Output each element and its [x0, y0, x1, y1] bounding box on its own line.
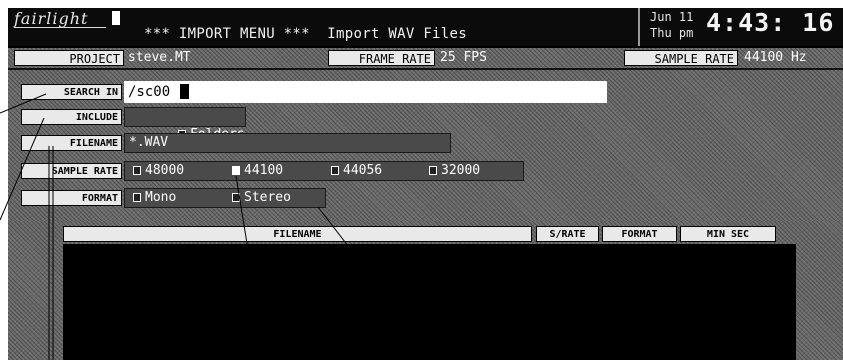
text-cursor — [112, 11, 120, 25]
logo-underline — [14, 27, 106, 28]
status-bar: PROJECT steve.MT FRAME RATE 25 FPS SAMPL… — [8, 48, 843, 68]
sample-rate-option-48000[interactable]: 48000 — [133, 162, 184, 180]
title-bar: fairlight *** IMPORT MENU *** Import WAV… — [8, 8, 843, 46]
include-folders-toggle[interactable]: Folders — [124, 107, 246, 142]
sample-rate-option-32000[interactable]: 32000 — [429, 162, 480, 180]
search-in-input[interactable] — [124, 81, 607, 103]
checkbox-icon — [429, 166, 437, 175]
sample-rate-label: SAMPLE RATE — [624, 50, 738, 66]
include-label: INCLUDE — [21, 109, 122, 125]
format-label: FORMAT — [21, 190, 122, 206]
checkbox-icon — [133, 193, 141, 202]
checkbox-icon — [133, 166, 141, 175]
checkbox-checked-icon — [232, 166, 240, 175]
input-caret — [180, 84, 189, 99]
fairlight-logo: fairlight — [14, 9, 89, 28]
checkbox-icon — [232, 193, 240, 202]
column-min-sec[interactable]: MIN SEC — [680, 226, 776, 242]
checkbox-icon — [331, 166, 339, 175]
search-in-label: SEARCH IN — [21, 84, 122, 100]
fairlight-screen: fairlight *** IMPORT MENU *** Import WAV… — [8, 8, 843, 360]
filename-label: FILENAME — [21, 135, 122, 151]
format-option-mono[interactable]: Mono — [133, 189, 176, 207]
sample-rate-option-44056[interactable]: 44056 — [331, 162, 382, 180]
filename-value: *.WAV — [129, 135, 169, 150]
project-label: PROJECT — [14, 50, 124, 66]
title-divider — [638, 8, 640, 46]
column-format[interactable]: FORMAT — [602, 226, 677, 242]
frame-rate-value: 25 FPS — [440, 50, 487, 65]
sample-rate-filter-label: SAMPLE RATE — [21, 163, 122, 179]
frame-rate-label: FRAME RATE — [328, 50, 435, 66]
date-line-1: Jun 11 — [650, 10, 694, 24]
clock-display: 4:43: 16 — [706, 8, 835, 37]
sample-rate-value: 44100 Hz — [744, 50, 807, 65]
column-filename[interactable]: FILENAME — [63, 226, 532, 242]
column-srate[interactable]: S/RATE — [536, 226, 599, 242]
format-option-stereo[interactable]: Stereo — [232, 189, 291, 207]
file-list[interactable] — [63, 244, 796, 360]
filename-field[interactable]: *.WAV — [124, 133, 451, 153]
project-value: steve.MT — [128, 50, 191, 65]
menu-title: *** IMPORT MENU *** Import WAV Files — [144, 26, 467, 42]
date-line-2: Thu pm — [650, 26, 694, 40]
sample-rate-option-44100[interactable]: 44100 — [232, 162, 283, 180]
